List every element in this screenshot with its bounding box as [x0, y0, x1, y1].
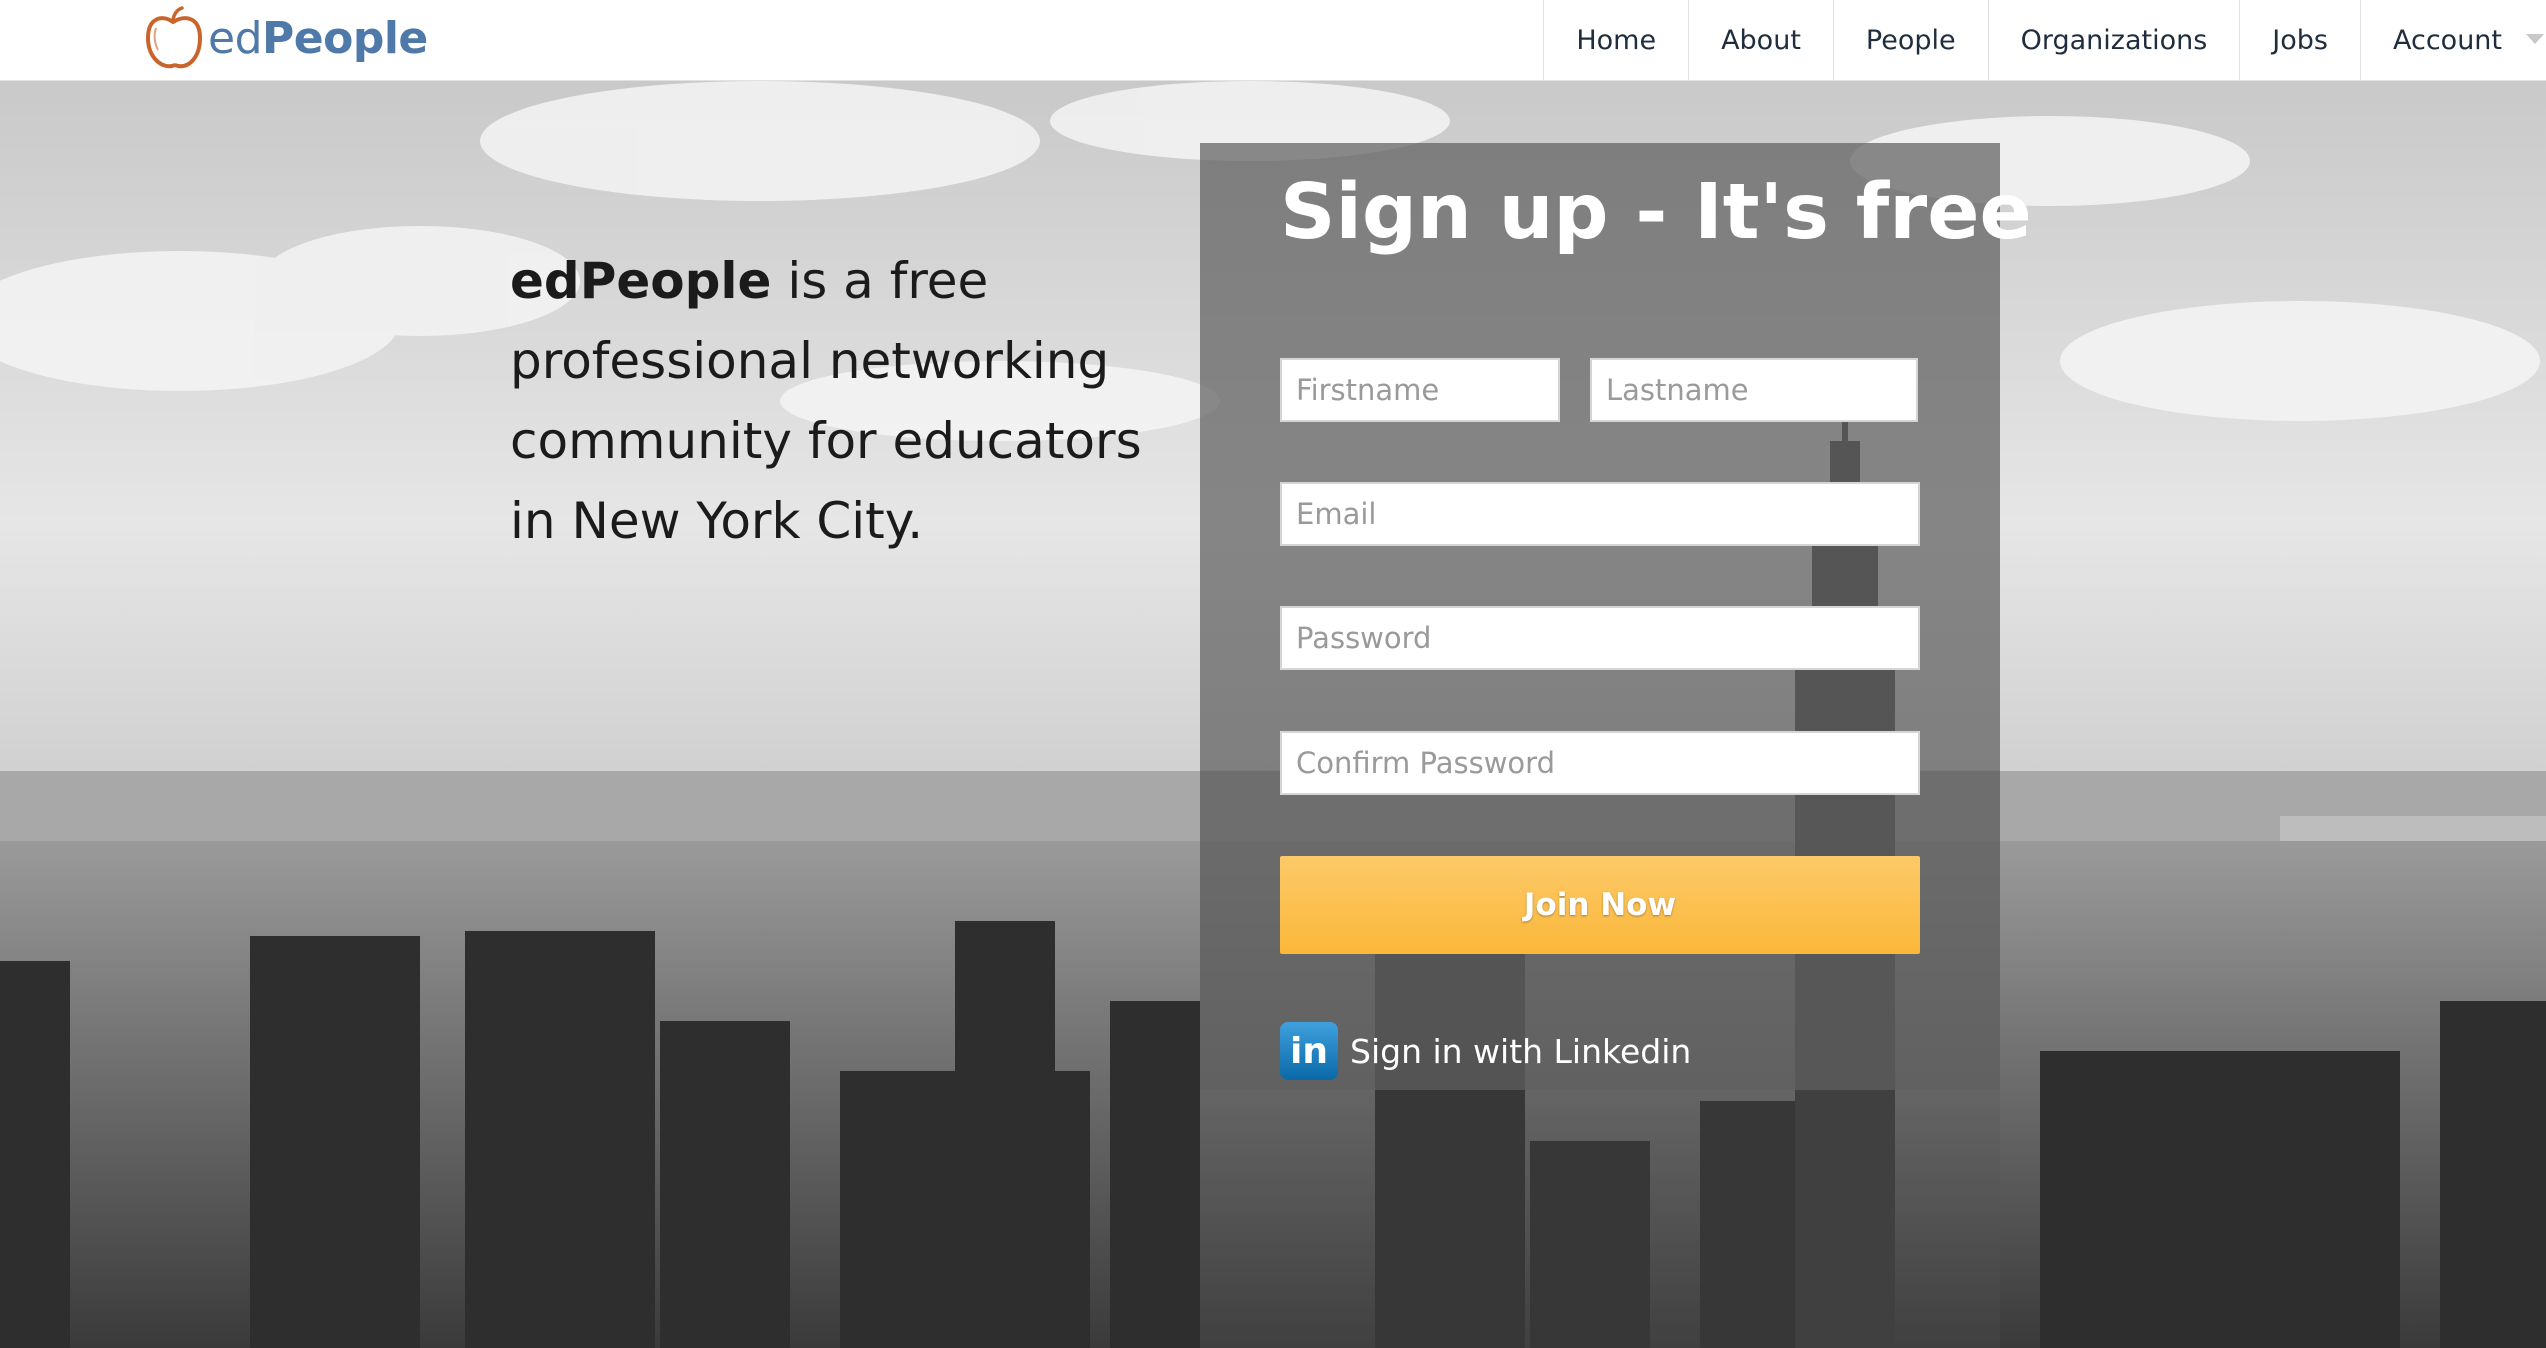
lastname-input[interactable] [1590, 358, 1918, 422]
linkedin-icon: in [1280, 1022, 1338, 1080]
hero-tagline: edPeople is a free professional networki… [510, 241, 1150, 561]
top-navbar: edPeople Home About People Organizations… [0, 0, 2546, 81]
firstname-input[interactable] [1280, 358, 1560, 422]
confirm-password-input[interactable] [1280, 731, 1920, 795]
password-input[interactable] [1280, 606, 1920, 670]
nav-about[interactable]: About [1688, 0, 1833, 81]
hero-section: edPeople is a free professional networki… [0, 81, 2546, 1348]
main-nav: Home About People Organizations Jobs Acc… [1543, 0, 2546, 81]
email-input[interactable] [1280, 482, 1920, 546]
nav-home[interactable]: Home [1543, 0, 1688, 81]
join-now-button[interactable]: Join Now [1280, 856, 1920, 954]
nav-people[interactable]: People [1832, 0, 1988, 81]
signup-title: Sign up - It's free [1280, 168, 2032, 257]
linkedin-signin-link[interactable]: in Sign in with Linkedin [1280, 1021, 1691, 1081]
nav-account[interactable]: Account [2359, 0, 2546, 81]
nav-account-label: Account [2392, 25, 2502, 56]
apple-icon [145, 6, 203, 69]
tagline-brand: edPeople [510, 252, 772, 310]
signup-panel: Sign up - It's free Join Now in Sign in … [1200, 143, 2032, 1090]
nav-organizations[interactable]: Organizations [1987, 0, 2240, 81]
nav-jobs[interactable]: Jobs [2239, 0, 2360, 81]
brand-name: edPeople [208, 6, 428, 72]
brand-name-part1: ed [208, 13, 263, 64]
chevron-down-icon [2526, 34, 2544, 44]
linkedin-signin-label: Sign in with Linkedin [1350, 1031, 1692, 1071]
brand-name-part2: People [262, 13, 428, 64]
brand-logo-link[interactable]: edPeople [142, 6, 428, 72]
